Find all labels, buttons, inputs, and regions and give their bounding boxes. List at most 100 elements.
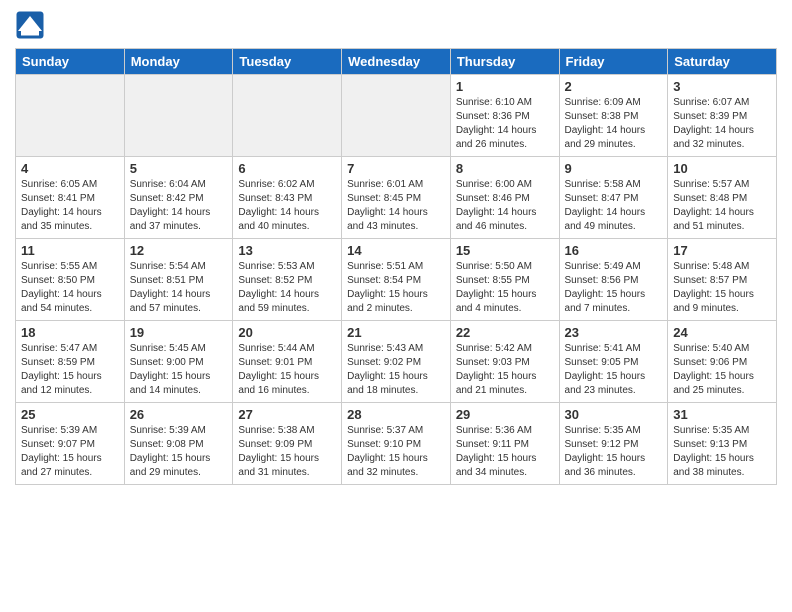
day-info: Sunrise: 5:41 AM Sunset: 9:05 PM Dayligh… xyxy=(565,342,663,398)
day-info: Sunrise: 5:40 AM Sunset: 9:06 PM Dayligh… xyxy=(673,342,771,398)
day-number: 28 xyxy=(347,407,445,422)
day-info: Sunrise: 6:07 AM Sunset: 8:39 PM Dayligh… xyxy=(673,96,771,152)
day-number: 19 xyxy=(130,325,228,340)
weekday-header-row: SundayMondayTuesdayWednesdayThursdayFrid… xyxy=(16,49,777,75)
calendar-cell: 26 Sunrise: 5:39 AM Sunset: 9:08 PM Dayli… xyxy=(124,403,233,485)
day-info: Sunrise: 5:51 AM Sunset: 8:54 PM Dayligh… xyxy=(347,260,445,316)
day-info: Sunrise: 5:54 AM Sunset: 8:51 PM Dayligh… xyxy=(130,260,228,316)
calendar-cell xyxy=(16,75,125,157)
weekday-header-thursday: Thursday xyxy=(450,49,559,75)
logo xyxy=(15,10,49,40)
calendar-table: SundayMondayTuesdayWednesdayThursdayFrid… xyxy=(15,48,777,485)
day-info: Sunrise: 5:44 AM Sunset: 9:01 PM Dayligh… xyxy=(238,342,336,398)
week-row-1: 4 Sunrise: 6:05 AM Sunset: 8:41 PM Daylig… xyxy=(16,157,777,239)
day-number: 5 xyxy=(130,161,228,176)
day-number: 7 xyxy=(347,161,445,176)
day-number: 15 xyxy=(456,243,554,258)
day-number: 29 xyxy=(456,407,554,422)
week-row-0: 1 Sunrise: 6:10 AM Sunset: 8:36 PM Daylig… xyxy=(16,75,777,157)
calendar-cell xyxy=(233,75,342,157)
calendar-cell: 2Sunrise: 6:09 AM Sunset: 8:38 PM Daylig… xyxy=(559,75,668,157)
day-info: Sunrise: 5:45 AM Sunset: 9:00 PM Dayligh… xyxy=(130,342,228,398)
weekday-header-sunday: Sunday xyxy=(16,49,125,75)
day-number: 24 xyxy=(673,325,771,340)
day-number: 4 xyxy=(21,161,119,176)
day-info: Sunrise: 5:36 AM Sunset: 9:11 PM Dayligh… xyxy=(456,424,554,480)
day-number: 21 xyxy=(347,325,445,340)
calendar-cell: 7 Sunrise: 6:01 AM Sunset: 8:45 PM Daylig… xyxy=(342,157,451,239)
calendar-cell xyxy=(342,75,451,157)
day-info: Sunrise: 5:48 AM Sunset: 8:57 PM Dayligh… xyxy=(673,260,771,316)
day-info: Sunrise: 5:50 AM Sunset: 8:55 PM Dayligh… xyxy=(456,260,554,316)
day-info: Sunrise: 5:35 AM Sunset: 9:12 PM Dayligh… xyxy=(565,424,663,480)
day-number: 22 xyxy=(456,325,554,340)
day-number: 8 xyxy=(456,161,554,176)
calendar-cell: 23 Sunrise: 5:41 AM Sunset: 9:05 PM Dayli… xyxy=(559,321,668,403)
calendar-cell: 17 Sunrise: 5:48 AM Sunset: 8:57 PM Dayli… xyxy=(668,239,777,321)
day-number: 25 xyxy=(21,407,119,422)
day-number: 31 xyxy=(673,407,771,422)
day-number: 1 xyxy=(456,79,554,94)
day-number: 30 xyxy=(565,407,663,422)
calendar-cell: 12Sunrise: 5:54 AM Sunset: 8:51 PM Dayli… xyxy=(124,239,233,321)
day-number: 17 xyxy=(673,243,771,258)
calendar-cell: 1 Sunrise: 6:10 AM Sunset: 8:36 PM Daylig… xyxy=(450,75,559,157)
day-info: Sunrise: 6:10 AM Sunset: 8:36 PM Dayligh… xyxy=(456,96,554,152)
day-number: 13 xyxy=(238,243,336,258)
weekday-header-wednesday: Wednesday xyxy=(342,49,451,75)
calendar-cell: 30 Sunrise: 5:35 AM Sunset: 9:12 PM Dayli… xyxy=(559,403,668,485)
header xyxy=(15,10,777,40)
day-info: Sunrise: 5:58 AM Sunset: 8:47 PM Dayligh… xyxy=(565,178,663,234)
day-number: 16 xyxy=(565,243,663,258)
day-number: 2 xyxy=(565,79,663,94)
calendar-cell: 11Sunrise: 5:55 AM Sunset: 8:50 PM Dayli… xyxy=(16,239,125,321)
calendar-cell: 22 Sunrise: 5:42 AM Sunset: 9:03 PM Dayli… xyxy=(450,321,559,403)
calendar-cell: 21 Sunrise: 5:43 AM Sunset: 9:02 PM Dayli… xyxy=(342,321,451,403)
calendar-cell: 28 Sunrise: 5:37 AM Sunset: 9:10 PM Dayli… xyxy=(342,403,451,485)
calendar-cell: 25Sunrise: 5:39 AM Sunset: 9:07 PM Dayli… xyxy=(16,403,125,485)
weekday-header-monday: Monday xyxy=(124,49,233,75)
day-info: Sunrise: 6:04 AM Sunset: 8:42 PM Dayligh… xyxy=(130,178,228,234)
day-info: Sunrise: 6:01 AM Sunset: 8:45 PM Dayligh… xyxy=(347,178,445,234)
day-number: 26 xyxy=(130,407,228,422)
day-info: Sunrise: 5:49 AM Sunset: 8:56 PM Dayligh… xyxy=(565,260,663,316)
calendar-cell: 24 Sunrise: 5:40 AM Sunset: 9:06 PM Dayli… xyxy=(668,321,777,403)
day-info: Sunrise: 6:00 AM Sunset: 8:46 PM Dayligh… xyxy=(456,178,554,234)
day-info: Sunrise: 5:53 AM Sunset: 8:52 PM Dayligh… xyxy=(238,260,336,316)
logo-icon xyxy=(15,10,45,40)
day-info: Sunrise: 5:57 AM Sunset: 8:48 PM Dayligh… xyxy=(673,178,771,234)
day-number: 18 xyxy=(21,325,119,340)
day-info: Sunrise: 5:39 AM Sunset: 9:08 PM Dayligh… xyxy=(130,424,228,480)
week-row-2: 11Sunrise: 5:55 AM Sunset: 8:50 PM Dayli… xyxy=(16,239,777,321)
day-number: 27 xyxy=(238,407,336,422)
calendar-cell: 18 Sunrise: 5:47 AM Sunset: 8:59 PM Dayli… xyxy=(16,321,125,403)
calendar-cell: 19 Sunrise: 5:45 AM Sunset: 9:00 PM Dayli… xyxy=(124,321,233,403)
day-number: 14 xyxy=(347,243,445,258)
day-info: Sunrise: 5:43 AM Sunset: 9:02 PM Dayligh… xyxy=(347,342,445,398)
calendar-cell: 16 Sunrise: 5:49 AM Sunset: 8:56 PM Dayli… xyxy=(559,239,668,321)
day-number: 23 xyxy=(565,325,663,340)
day-info: Sunrise: 5:55 AM Sunset: 8:50 PM Dayligh… xyxy=(21,260,119,316)
day-info: Sunrise: 5:47 AM Sunset: 8:59 PM Dayligh… xyxy=(21,342,119,398)
calendar-cell: 4 Sunrise: 6:05 AM Sunset: 8:41 PM Daylig… xyxy=(16,157,125,239)
day-number: 20 xyxy=(238,325,336,340)
day-number: 6 xyxy=(238,161,336,176)
calendar-cell: 13 Sunrise: 5:53 AM Sunset: 8:52 PM Dayli… xyxy=(233,239,342,321)
calendar-cell: 9Sunrise: 5:58 AM Sunset: 8:47 PM Daylig… xyxy=(559,157,668,239)
day-info: Sunrise: 5:42 AM Sunset: 9:03 PM Dayligh… xyxy=(456,342,554,398)
week-row-4: 25Sunrise: 5:39 AM Sunset: 9:07 PM Dayli… xyxy=(16,403,777,485)
calendar-cell: 10Sunrise: 5:57 AM Sunset: 8:48 PM Dayli… xyxy=(668,157,777,239)
calendar-cell: 14 Sunrise: 5:51 AM Sunset: 8:54 PM Dayli… xyxy=(342,239,451,321)
calendar-cell: 8 Sunrise: 6:00 AM Sunset: 8:46 PM Daylig… xyxy=(450,157,559,239)
calendar-cell: 3Sunrise: 6:07 AM Sunset: 8:39 PM Daylig… xyxy=(668,75,777,157)
day-info: Sunrise: 6:05 AM Sunset: 8:41 PM Dayligh… xyxy=(21,178,119,234)
calendar-cell: 15 Sunrise: 5:50 AM Sunset: 8:55 PM Dayli… xyxy=(450,239,559,321)
week-row-3: 18 Sunrise: 5:47 AM Sunset: 8:59 PM Dayli… xyxy=(16,321,777,403)
calendar-cell: 20 Sunrise: 5:44 AM Sunset: 9:01 PM Dayli… xyxy=(233,321,342,403)
weekday-header-saturday: Saturday xyxy=(668,49,777,75)
calendar-cell: 31 Sunrise: 5:35 AM Sunset: 9:13 PM Dayli… xyxy=(668,403,777,485)
day-info: Sunrise: 5:37 AM Sunset: 9:10 PM Dayligh… xyxy=(347,424,445,480)
weekday-header-friday: Friday xyxy=(559,49,668,75)
day-info: Sunrise: 5:38 AM Sunset: 9:09 PM Dayligh… xyxy=(238,424,336,480)
day-info: Sunrise: 5:35 AM Sunset: 9:13 PM Dayligh… xyxy=(673,424,771,480)
